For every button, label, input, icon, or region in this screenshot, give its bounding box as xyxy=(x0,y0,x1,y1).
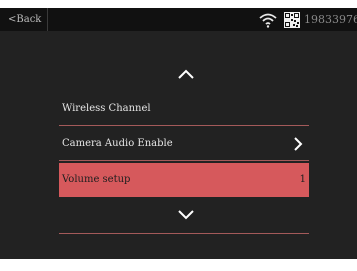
menu-item-label: Volume setup xyxy=(62,174,131,185)
scroll-up-chevron-icon[interactable] xyxy=(176,68,196,80)
volume-value: 1 xyxy=(299,174,306,185)
device-phone-number: 1983397686 xyxy=(304,13,357,26)
settings-panel: <Back 19833976 Wireless Channel Camera A… xyxy=(0,8,357,259)
menu-item-volume-setup[interactable]: Volume setup 1 xyxy=(59,163,309,197)
scroll-down-chevron-icon[interactable] xyxy=(176,209,196,221)
screen: <Back 19833976 Wireless Channel Camera A… xyxy=(0,0,357,271)
wifi-icon xyxy=(259,13,277,28)
menu-item-label: Wireless Channel xyxy=(62,103,151,114)
top-bar: <Back 19833976 xyxy=(0,8,357,31)
qr-code-icon[interactable] xyxy=(284,11,300,28)
menu-item-camera-audio-enable[interactable]: Camera Audio Enable xyxy=(59,127,309,161)
back-button[interactable]: <Back xyxy=(0,8,48,31)
menu-item-wireless-channel[interactable]: Wireless Channel xyxy=(59,92,309,126)
bottom-divider xyxy=(59,233,309,234)
chevron-right-icon xyxy=(294,137,303,151)
menu-item-label: Camera Audio Enable xyxy=(62,138,173,149)
status-area: 1983397686 xyxy=(258,8,357,31)
